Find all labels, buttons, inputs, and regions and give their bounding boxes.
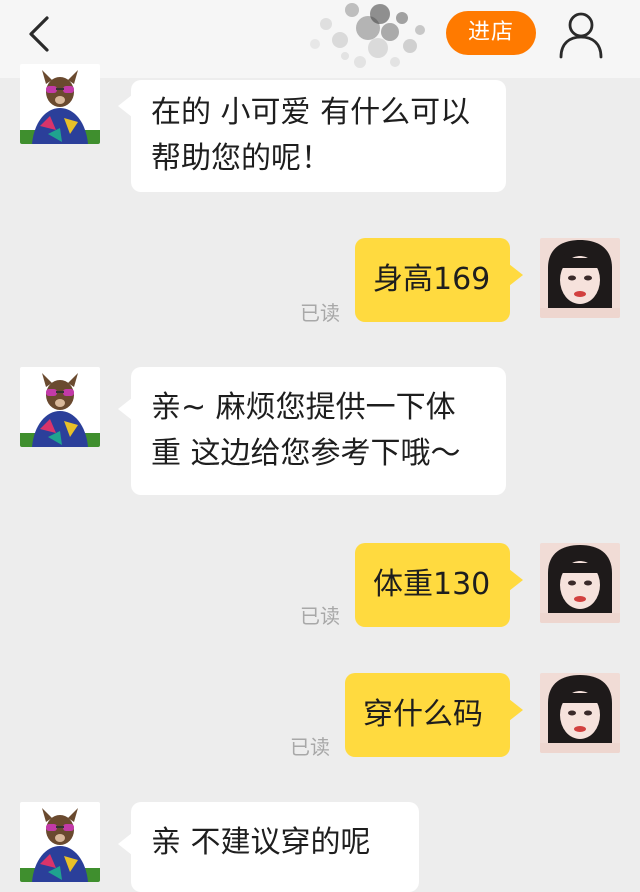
chevron-left-icon[interactable]	[20, 14, 60, 54]
message-text: 体重130	[373, 567, 491, 602]
bubble-tail	[118, 833, 132, 855]
bubble-tail	[509, 264, 523, 286]
message-text: 穿什么码	[363, 697, 483, 732]
read-status: 已读	[300, 604, 340, 628]
user-avatar[interactable]	[540, 543, 620, 623]
message-line: 亲 不建议穿的呢	[151, 825, 371, 860]
bubble-tail	[118, 95, 132, 117]
user-icon[interactable]	[558, 10, 604, 60]
bubble-tail	[118, 398, 132, 420]
screenshot-smudge	[310, 3, 425, 68]
user-avatar[interactable]	[540, 238, 620, 318]
enter-shop-button[interactable]: 进店	[446, 11, 536, 55]
message-bubble-sent[interactable]: 身高169	[355, 238, 510, 322]
message-bubble-sent[interactable]: 体重130	[355, 543, 510, 627]
bubble-tail	[509, 569, 523, 591]
message-line: 亲~ 麻烦您提供一下体	[151, 390, 456, 425]
shop-avatar[interactable]	[20, 64, 100, 144]
message-line: 在的 小可爱 有什么可以	[151, 95, 471, 130]
user-avatar[interactable]	[540, 673, 620, 753]
message-line: 帮助您的呢！	[151, 141, 331, 176]
read-status: 已读	[290, 735, 330, 759]
message-bubble-sent[interactable]: 穿什么码	[345, 673, 510, 757]
message-bubble-received[interactable]: 亲~ 麻烦您提供一下体 重 这边给您参考下哦～	[131, 367, 506, 495]
message-text: 身高169	[373, 262, 491, 297]
message-line: 重 这边给您参考下哦～	[151, 436, 461, 471]
shop-avatar[interactable]	[20, 802, 100, 882]
read-status: 已读	[300, 301, 340, 325]
bubble-tail	[509, 699, 523, 721]
message-bubble-received[interactable]: 亲 不建议穿的呢	[131, 802, 419, 892]
message-bubble-received[interactable]: 在的 小可爱 有什么可以 帮助您的呢！	[131, 80, 506, 192]
shop-avatar[interactable]	[20, 367, 100, 447]
